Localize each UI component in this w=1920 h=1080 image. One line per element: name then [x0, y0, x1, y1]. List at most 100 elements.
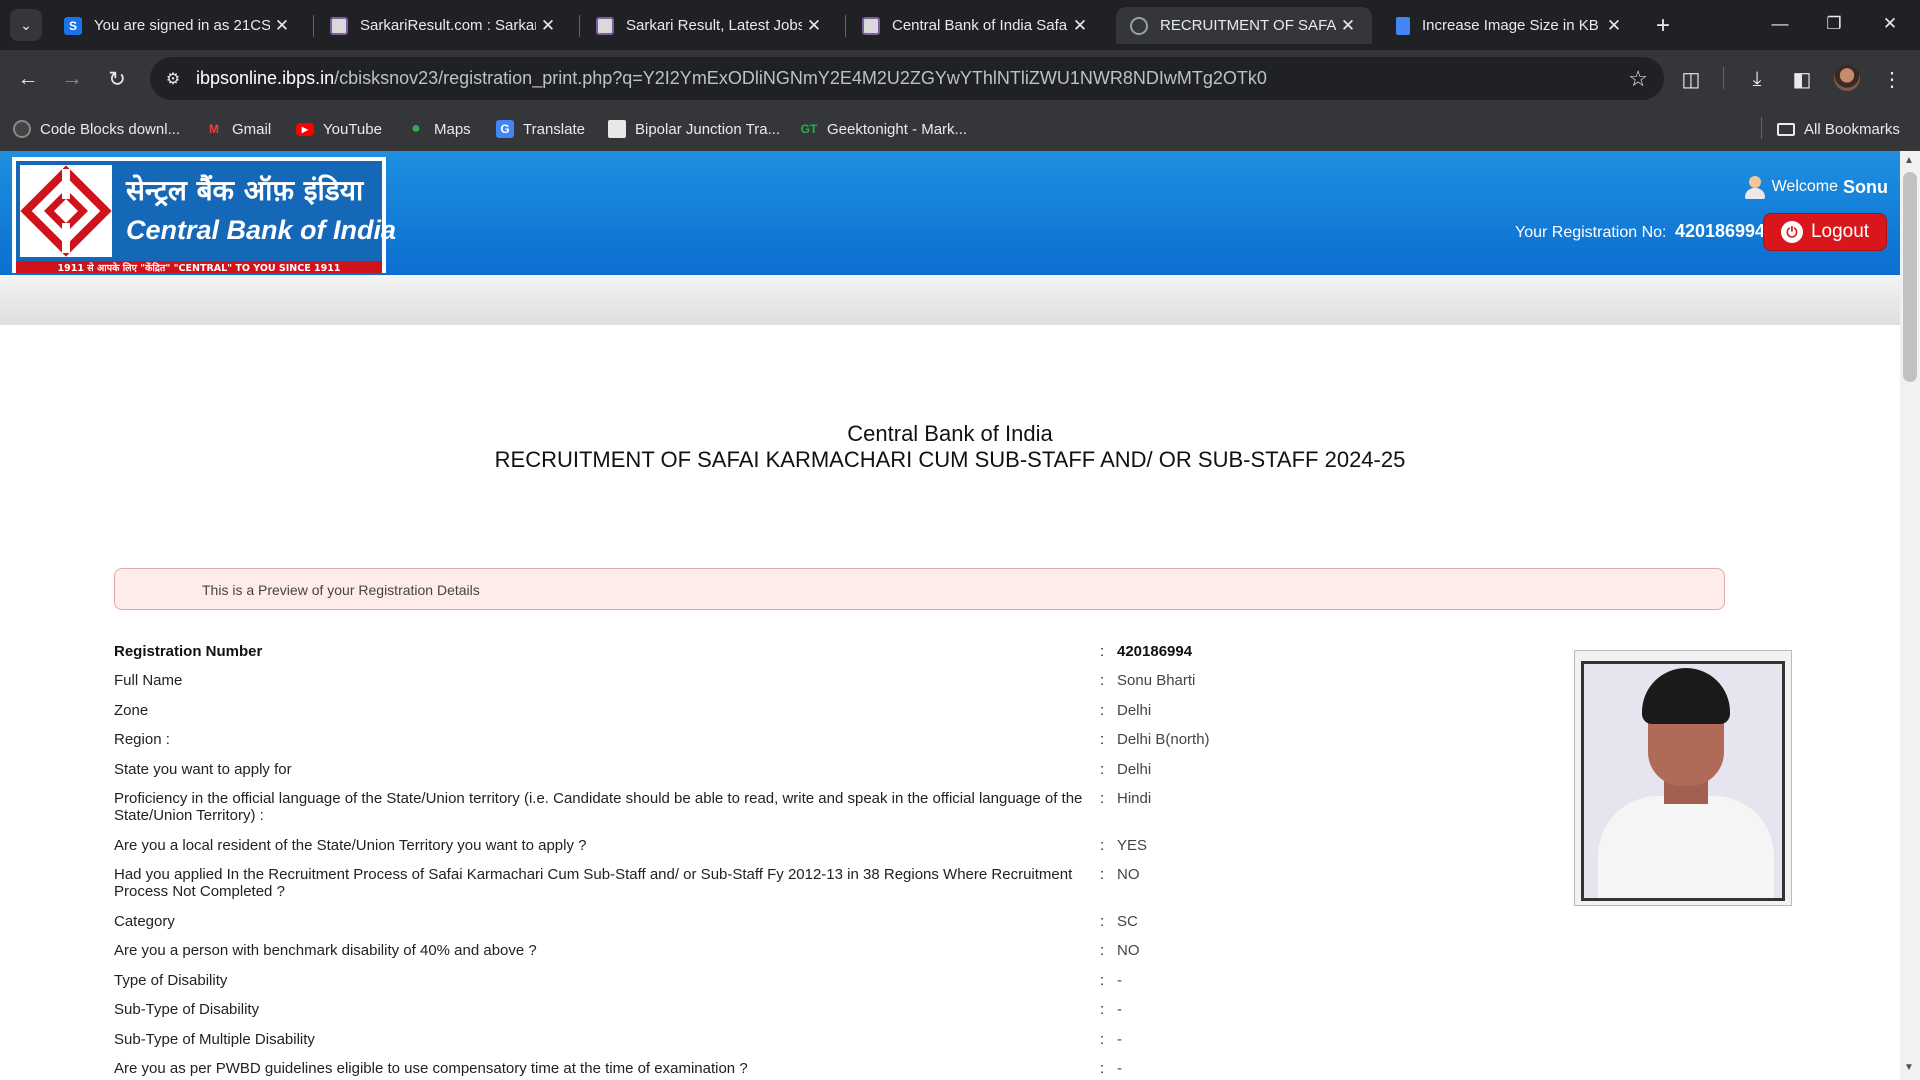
tab-strip: ⌄ S You are signed in as 21CSE ✕ Sarkari… [0, 0, 1920, 50]
close-icon[interactable]: ✕ [1068, 14, 1092, 38]
logo-panel: सेन्ट्रल बैंक ऑफ़ इंडिया Central Bank of… [16, 161, 396, 261]
menu-icon[interactable]: ⋮ [1876, 63, 1908, 95]
user-name: Sonu [1843, 176, 1888, 197]
tab-title: RECRUITMENT OF SAFAI K [1160, 17, 1336, 34]
tab-search-button[interactable]: ⌄ [10, 9, 42, 41]
all-bookmarks-button[interactable]: All Bookmarks [1777, 117, 1900, 141]
detail-value: Hindi [1117, 790, 1152, 807]
bookmark-label: Maps [434, 120, 471, 138]
detail-label: Are you as per PWBD guidelines eligible … [114, 1060, 748, 1077]
detail-label: Zone [114, 702, 149, 719]
logo-tagline: 1911 से आपके लिए "केंद्रित" "CENTRAL" TO… [16, 261, 382, 274]
bookmarks-bar: Code Blocks downl... M Gmail ▶ YouTube ●… [0, 107, 1920, 151]
detail-colon: : [1100, 761, 1105, 778]
bookmark-item[interactable]: Bipolar Junction Tra... [608, 117, 780, 141]
bank-logo[interactable]: सेन्ट्रल बैंक ऑफ़ इंडिया Central Bank of… [12, 157, 396, 274]
tab-favicon-icon [330, 16, 348, 35]
all-bookmarks-label: All Bookmarks [1804, 120, 1900, 138]
close-icon[interactable]: ✕ [1336, 14, 1360, 38]
logo-hindi-text: सेन्ट्रल बैंक ऑफ़ इंडिया [126, 174, 364, 207]
detail-label: Region : [114, 731, 170, 748]
logout-button[interactable]: ⏻ Logout [1763, 213, 1887, 251]
document-icon [1396, 16, 1410, 35]
detail-label: Full Name [114, 672, 183, 689]
close-icon: ✕ [1882, 14, 1898, 33]
detail-colon: : [1100, 672, 1105, 689]
browser-tab-active[interactable]: RECRUITMENT OF SAFAI K ✕ [1116, 7, 1372, 44]
registration-number: 420186994 [1674, 221, 1766, 241]
browser-toolbar: ← → ↻ ⚙ ibpsonline.ibps.in/cbisksnov23/r… [0, 50, 1920, 107]
detail-colon: : [1100, 1031, 1105, 1048]
detail-value: Sonu Bharti [1117, 672, 1196, 689]
welcome-message: Welcome Sonu [1744, 175, 1888, 199]
new-tab-button[interactable]: + [1648, 11, 1678, 41]
page-icon [608, 120, 626, 138]
bookmark-label: Geektonight - Mark... [827, 120, 968, 138]
logout-label: Logout [1810, 221, 1870, 242]
detail-label: State you want to apply for [114, 761, 292, 778]
restore-button[interactable]: ❐ [1806, 0, 1862, 48]
detail-value: 420186994 [1117, 643, 1193, 660]
detail-label: Category [114, 913, 175, 930]
side-panel-icon[interactable]: ◧ [1786, 63, 1818, 95]
close-icon[interactable]: ✕ [1602, 14, 1626, 38]
bookmark-item[interactable]: ● Maps [407, 117, 471, 141]
browser-tab[interactable]: S You are signed in as 21CSE ✕ [50, 7, 306, 44]
power-icon: ⏻ [1780, 221, 1803, 243]
bookmark-item[interactable]: GT Geektonight - Mark... [800, 117, 967, 141]
folder-icon [1777, 122, 1795, 136]
close-icon[interactable]: ✕ [270, 14, 294, 38]
bookmark-item[interactable]: M Gmail [205, 117, 271, 141]
extensions-icon[interactable]: ◫ [1675, 63, 1707, 95]
bookmark-item[interactable]: Code Blocks downl... [13, 117, 180, 141]
detail-value: NO [1117, 866, 1140, 883]
site-settings-icon[interactable]: ⚙ [162, 68, 184, 90]
organization-title: Central Bank of India [847, 421, 1053, 446]
scroll-up-icon[interactable]: ▲ [1904, 155, 1914, 166]
back-button[interactable]: ← [12, 63, 44, 95]
close-window-button[interactable]: ✕ [1862, 0, 1918, 48]
photo-hair [1642, 668, 1730, 724]
welcome-label: Welcome [1771, 178, 1838, 195]
bookmark-item[interactable]: G Translate [496, 117, 585, 141]
tab-title: Increase Image Size in KB [1422, 17, 1599, 34]
address-bar[interactable]: ⚙ ibpsonline.ibps.in/cbisksnov23/registr… [150, 57, 1664, 100]
minimize-button[interactable]: — [1752, 0, 1808, 48]
detail-label: Are you a local resident of the State/Un… [114, 837, 587, 854]
registration-label: Your Registration No: [1515, 224, 1667, 241]
translate-icon: G [496, 120, 514, 138]
scrollbar-thumb[interactable] [1903, 172, 1917, 382]
detail-colon: : [1100, 837, 1105, 854]
detail-value: YES [1117, 837, 1148, 854]
bookmark-star-icon[interactable]: ☆ [1628, 66, 1648, 92]
bookmark-label: Bipolar Junction Tra... [635, 120, 781, 138]
profile-avatar[interactable] [1834, 65, 1860, 91]
forward-button[interactable]: → [56, 63, 88, 95]
detail-value: Delhi [1117, 702, 1152, 719]
gmail-icon: M [209, 122, 219, 136]
browser-tab[interactable]: Increase Image Size in KB ✕ [1382, 7, 1638, 44]
maps-icon: ● [411, 120, 421, 137]
browser-tab[interactable]: Sarkari Result, Latest Jobs ✕ [582, 7, 838, 44]
tab-divider [845, 15, 846, 37]
bookmark-item[interactable]: ▶ YouTube [296, 117, 382, 141]
detail-colon: : [1100, 972, 1105, 989]
browser-tab[interactable]: SarkariResult.com : Sarkari ✕ [316, 7, 572, 44]
scroll-down-icon[interactable]: ▼ [1904, 1062, 1914, 1073]
browser-tab[interactable]: Central Bank of India Safai ✕ [848, 7, 1104, 44]
tab-title: You are signed in as 21CSE [94, 17, 270, 34]
bank-emblem-icon [20, 165, 112, 257]
reload-icon: ↻ [108, 67, 126, 91]
close-icon[interactable]: ✕ [536, 14, 560, 38]
detail-label: Registration Number [114, 643, 263, 660]
detail-colon: : [1100, 913, 1105, 930]
download-icon[interactable]: ⤓ [1741, 63, 1773, 95]
detail-label: Had you applied In the Recruitment Proce… [114, 866, 1073, 900]
url-text[interactable]: ibpsonline.ibps.in/cbisksnov23/registrat… [196, 68, 1267, 89]
bookmark-label: Translate [523, 120, 585, 138]
user-icon [1744, 175, 1766, 199]
detail-value: - [1117, 972, 1122, 989]
photo-frame [1581, 661, 1785, 901]
reload-button[interactable]: ↻ [101, 63, 133, 95]
close-icon[interactable]: ✕ [802, 14, 826, 38]
